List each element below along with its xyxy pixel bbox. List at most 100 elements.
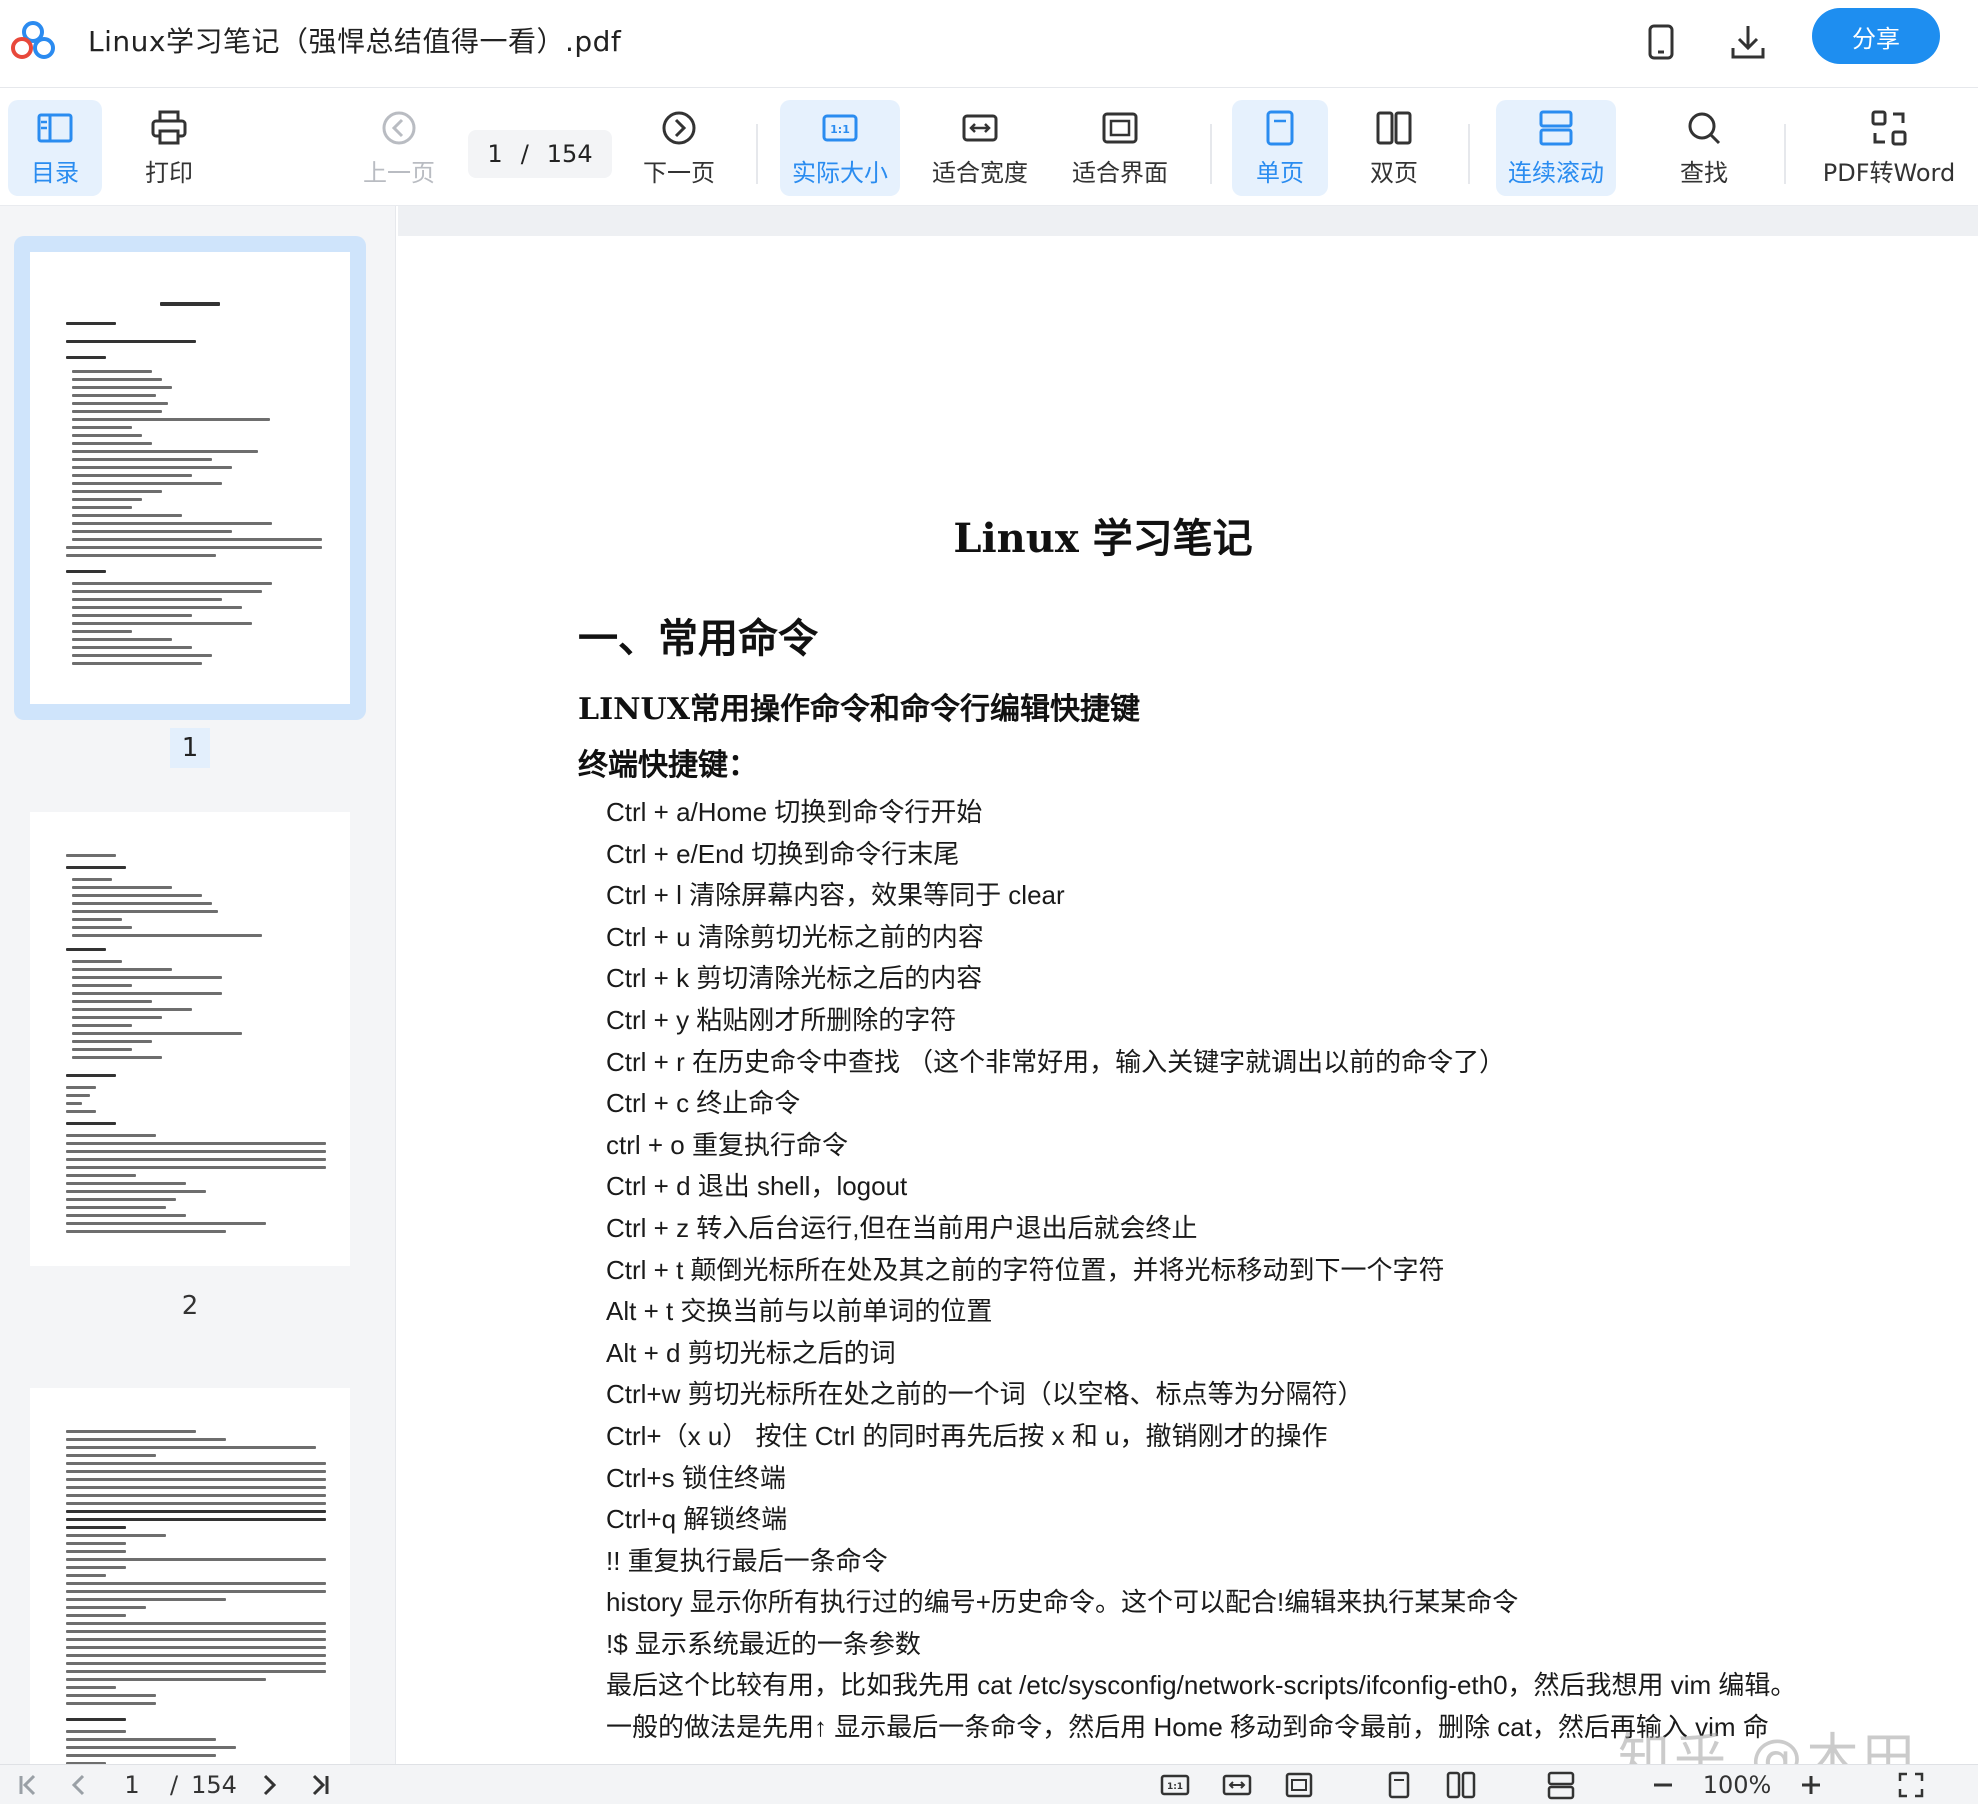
thumbnail-1[interactable] bbox=[14, 236, 366, 720]
zoom-in-icon[interactable] bbox=[1796, 1769, 1826, 1801]
single-page-button[interactable]: 单页 bbox=[1232, 100, 1328, 196]
share-button[interactable]: 分享 bbox=[1812, 8, 1940, 64]
next-page-icon[interactable] bbox=[254, 1769, 284, 1801]
svg-text:1:1: 1:1 bbox=[1167, 1782, 1183, 1792]
printer-icon bbox=[151, 110, 187, 144]
print-label: 打印 bbox=[145, 158, 193, 187]
fit-width-icon[interactable] bbox=[1222, 1769, 1252, 1801]
document-line: Ctrl + d 退出 shell，logout bbox=[606, 1171, 908, 1202]
single-page-icon[interactable] bbox=[1384, 1769, 1414, 1801]
toolbar-divider bbox=[1468, 124, 1470, 184]
bottom-total-pages: 154 bbox=[191, 1771, 237, 1799]
toolbar-divider bbox=[1784, 124, 1786, 184]
search-label: 查找 bbox=[1680, 158, 1728, 187]
actual-size-label: 实际大小 bbox=[792, 158, 888, 187]
phone-icon[interactable] bbox=[1633, 14, 1689, 70]
document-line: Ctrl + y 粘贴刚才所删除的字符 bbox=[606, 1004, 957, 1035]
fullscreen-icon[interactable] bbox=[1896, 1769, 1926, 1801]
file-name: Linux学习笔记（强悍总结值得一看）.pdf bbox=[88, 25, 622, 58]
zoom-out-icon[interactable] bbox=[1648, 1769, 1678, 1801]
single-page-label: 单页 bbox=[1256, 158, 1304, 187]
convert-icon bbox=[1871, 110, 1907, 145]
pdf-to-word-button[interactable]: PDF转Word bbox=[1818, 100, 1960, 196]
zoom-level[interactable]: 100% bbox=[1698, 1769, 1776, 1801]
bottom-bar: 1 / 154 1:1 100% bbox=[0, 1764, 1978, 1804]
double-page-button[interactable]: 双页 bbox=[1346, 100, 1442, 196]
fit-width-label: 适合宽度 bbox=[932, 158, 1028, 187]
thumbnail-label-1[interactable]: 1 bbox=[170, 728, 210, 768]
actual-size-icon: 1:1 bbox=[822, 114, 858, 141]
page-indicator[interactable]: 1 / 154 bbox=[468, 130, 612, 178]
last-page-icon[interactable] bbox=[304, 1769, 334, 1801]
title-bar: Linux学习笔记（强悍总结值得一看）.pdf 分享 bbox=[0, 0, 1978, 88]
document-line: Ctrl+w 剪切光标所在处之前的一个词（以空格、标点等为分隔符） bbox=[606, 1379, 1364, 1410]
bottom-current-page[interactable]: 1 bbox=[112, 1769, 152, 1801]
document-line: 最后这个比较有用，比如我先用 cat /etc/sysconfig/networ… bbox=[606, 1670, 1797, 1701]
continuous-scroll-button[interactable]: 连续滚动 bbox=[1496, 100, 1616, 196]
double-page-icon bbox=[1376, 111, 1412, 144]
thumbnail-page bbox=[30, 812, 350, 1266]
double-page-icon[interactable] bbox=[1446, 1769, 1476, 1801]
document-line: Ctrl + l 清除屏幕内容，效果等同于 clear bbox=[606, 880, 1065, 911]
fit-page-icon bbox=[1102, 112, 1138, 143]
prev-page-icon[interactable] bbox=[64, 1769, 94, 1801]
fit-width-button[interactable]: 适合宽度 bbox=[920, 100, 1040, 196]
download-icon[interactable] bbox=[1720, 14, 1776, 70]
thumbnail-2[interactable] bbox=[14, 812, 366, 1266]
single-page-icon bbox=[1266, 110, 1294, 145]
continuous-scroll-icon bbox=[1539, 110, 1573, 145]
thumbnail-sidebar[interactable]: 1 2 bbox=[0, 206, 396, 1764]
next-page-label: 下一页 bbox=[643, 158, 715, 187]
actual-size-icon[interactable]: 1:1 bbox=[1160, 1769, 1190, 1801]
print-button[interactable]: 打印 bbox=[122, 100, 216, 196]
pdf-to-word-label: PDF转Word bbox=[1822, 158, 1956, 187]
prev-page-label: 上一页 bbox=[363, 158, 435, 187]
document-line: history 显示你所有执行过的编号+历史命令。这个可以配合!编辑来执行某某命… bbox=[606, 1587, 1519, 1618]
document-line: Ctrl+（x u） 按住 Ctrl 的同时再先后按 x 和 u，撤销刚才的操作 bbox=[606, 1420, 1328, 1451]
thumbnail-label-2[interactable]: 2 bbox=[170, 1286, 210, 1326]
next-page-button[interactable]: 下一页 bbox=[632, 100, 726, 196]
logo-icon bbox=[11, 21, 55, 59]
document-viewer[interactable]: Linux 学习笔记 一、常用命令 LINUX常用操作命令和命令行编辑快捷键 终… bbox=[398, 206, 1978, 1764]
search-icon bbox=[1688, 112, 1721, 144]
document-line: Alt + t 交换当前与以前单词的位置 bbox=[606, 1296, 993, 1327]
current-page[interactable]: 1 bbox=[487, 140, 502, 168]
toc-icon bbox=[37, 113, 73, 142]
thumbnail-page bbox=[30, 252, 350, 704]
section-heading: 一、常用命令 bbox=[578, 615, 818, 662]
prev-page-button[interactable]: 上一页 bbox=[352, 100, 446, 196]
double-page-label: 双页 bbox=[1370, 158, 1418, 187]
thumbnail-page bbox=[30, 1388, 350, 1764]
document-line: Ctrl + z 转入后台运行,但在当前用户退出后就会终止 bbox=[606, 1212, 1198, 1243]
document-line: Ctrl+s 锁住终端 bbox=[606, 1462, 786, 1493]
fit-page-button[interactable]: 适合界面 bbox=[1060, 100, 1180, 196]
page-separator: / bbox=[520, 140, 529, 168]
bottom-page-separator: / bbox=[169, 1771, 179, 1799]
continuous-scroll-icon[interactable] bbox=[1546, 1769, 1576, 1801]
first-page-icon[interactable] bbox=[14, 1769, 44, 1801]
document-line: Ctrl + c 终止命令 bbox=[606, 1088, 801, 1119]
document-title: Linux 学习笔记 bbox=[953, 515, 1253, 562]
fit-page-icon[interactable] bbox=[1284, 1769, 1314, 1801]
thumbnail-3[interactable] bbox=[14, 1388, 366, 1764]
fit-page-label: 适合界面 bbox=[1072, 158, 1168, 187]
document-line: !! 重复执行最后一条命令 bbox=[606, 1545, 888, 1576]
document-line: Ctrl + t 颠倒光标所在处及其之前的字符位置，并将光标移动到下一个字符 bbox=[606, 1254, 1445, 1285]
toolbar-divider bbox=[1210, 124, 1212, 184]
document-body: Ctrl + a/Home 切换到命令行开始 Ctrl + e/End 切换到命令… bbox=[606, 792, 1966, 1749]
toolbar-divider bbox=[756, 124, 758, 184]
svg-text:1:1: 1:1 bbox=[830, 123, 850, 136]
actual-size-button[interactable]: 1:1 实际大小 bbox=[780, 100, 900, 196]
document-line: Ctrl+q 解锁终端 bbox=[606, 1504, 788, 1535]
toc-label: 目录 bbox=[31, 158, 79, 187]
chevron-left-circle-icon bbox=[382, 111, 416, 144]
toc-button[interactable]: 目录 bbox=[8, 100, 102, 196]
document-line: !$ 显示系统最近的一条参数 bbox=[606, 1628, 921, 1659]
document-page: Linux 学习笔记 一、常用命令 LINUX常用操作命令和命令行编辑快捷键 终… bbox=[398, 236, 1978, 1764]
search-button[interactable]: 查找 bbox=[1656, 100, 1752, 196]
watermark-text: 知乎 @木田 bbox=[1618, 1729, 1919, 1764]
document-line: ctrl + o 重复执行命令 bbox=[606, 1129, 848, 1160]
total-pages: 154 bbox=[546, 140, 593, 168]
document-line: Ctrl + u 清除剪切光标之前的内容 bbox=[606, 921, 984, 952]
document-line: Ctrl + r 在历史命令中查找 （这个非常好用，输入关键字就调出以前的命令了… bbox=[606, 1046, 1506, 1077]
